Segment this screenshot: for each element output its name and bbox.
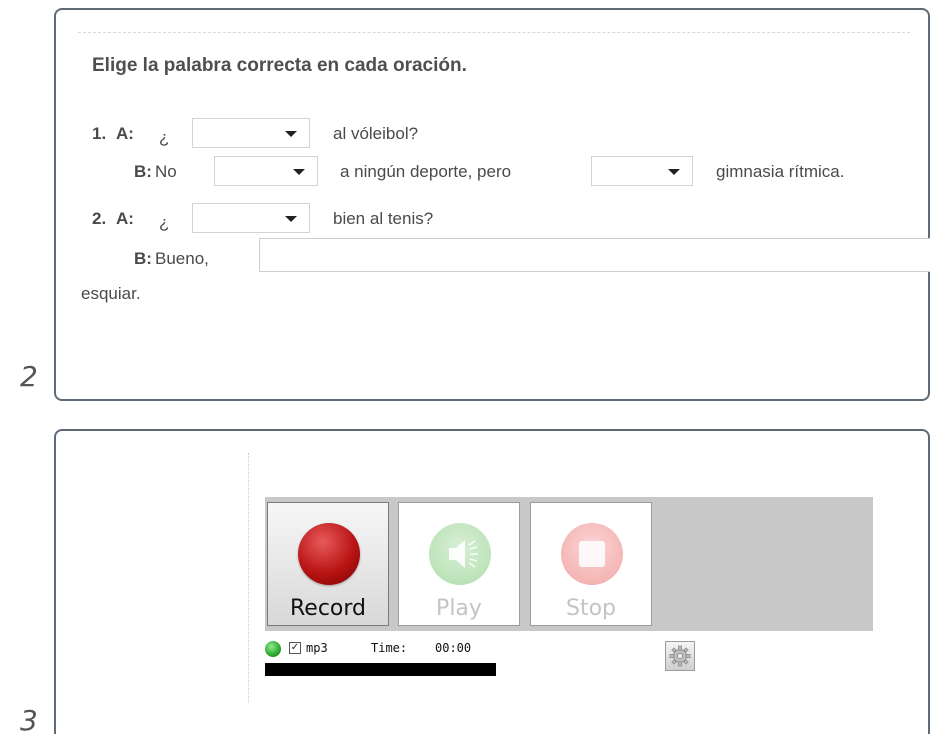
exercise-card-3: Record Play Stop ✓ mp3 Time: 00:00	[54, 429, 930, 734]
stop-button[interactable]: Stop	[530, 502, 652, 626]
item-1-b-middle: a ningún deporte, pero	[340, 162, 512, 181]
chevron-down-icon	[285, 131, 297, 137]
item-1-b-suffix: gimnasia rítmica.	[716, 162, 845, 181]
item-2-b-label: B:	[134, 249, 152, 268]
item-1-b-prefix: No	[155, 162, 177, 181]
format-label: mp3	[306, 641, 328, 655]
chevron-down-icon	[285, 216, 297, 222]
time-label: Time:	[371, 641, 408, 655]
item-2-a-prefix: ¿	[159, 213, 170, 232]
record-icon	[298, 523, 360, 585]
item-1-b-dropdown-1[interactable]	[214, 156, 318, 186]
item-2-a-suffix: bien al tenis?	[333, 209, 434, 228]
item-1-a-label: A:	[116, 124, 134, 143]
audio-recorder: Record Play Stop ✓ mp3 Time: 00:00	[265, 497, 873, 676]
item-1-a-prefix: ¿	[159, 128, 170, 147]
recorder-button-bar: Record Play Stop	[265, 497, 873, 631]
item-2-b-prefix: Bueno,	[155, 249, 209, 268]
item-2-a-label: A:	[116, 209, 134, 228]
chevron-down-icon	[668, 169, 680, 175]
gear-icon	[669, 645, 691, 667]
item-2-b-text-input[interactable]	[259, 238, 930, 272]
item-1-a-dropdown[interactable]	[192, 118, 310, 148]
play-button[interactable]: Play	[398, 502, 520, 626]
stop-icon	[561, 523, 623, 585]
record-button[interactable]: Record	[267, 502, 389, 626]
item-1-number: 1.	[92, 124, 107, 143]
dashed-divider	[78, 32, 910, 33]
time-value: 00:00	[435, 641, 472, 655]
item-2-b-wrap-text: esquiar.	[81, 284, 141, 303]
mp3-checkbox[interactable]: ✓	[289, 642, 301, 654]
exercise-card-2: Elige la palabra correcta en cada oració…	[54, 8, 930, 401]
stop-label: Stop	[565, 596, 616, 621]
question-number-3: 3	[20, 704, 38, 734]
chevron-down-icon	[293, 169, 305, 175]
recording-progress-bar	[265, 663, 496, 676]
item-2-number: 2.	[92, 209, 107, 228]
exercise-instruction: Elige la palabra correcta en cada oració…	[92, 55, 467, 76]
recorder-status-row: ✓ mp3 Time: 00:00	[265, 639, 873, 661]
status-light-icon	[265, 641, 281, 657]
item-1-a-suffix: al vóleibol?	[333, 124, 419, 143]
settings-button[interactable]	[665, 641, 695, 671]
play-label: Play	[436, 596, 482, 621]
dotted-divider	[248, 453, 249, 703]
question-number-2: 2	[20, 360, 38, 393]
item-1-b-label: B:	[134, 162, 152, 181]
record-label: Record	[289, 596, 366, 621]
speaker-icon	[429, 523, 491, 585]
item-2-a-dropdown[interactable]	[192, 203, 310, 233]
item-1-b-dropdown-2[interactable]	[591, 156, 693, 186]
